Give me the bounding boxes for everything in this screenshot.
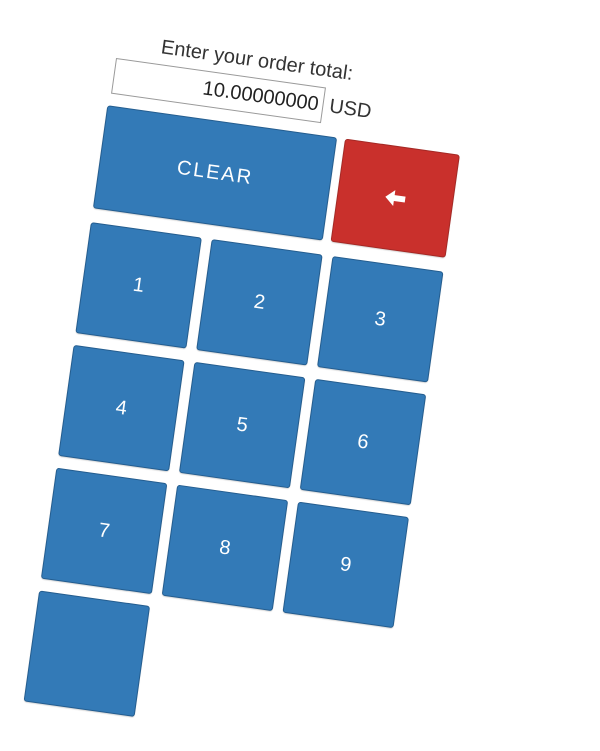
key-label: 8 — [217, 535, 233, 560]
key-partial[interactable] — [23, 590, 151, 717]
clear-button-label: CLEAR — [175, 156, 255, 189]
keypad-panel: Enter your order total: USD CLEAR 1 2 3 … — [0, 36, 460, 749]
key-3[interactable]: 3 — [316, 256, 444, 383]
key-8[interactable]: 8 — [161, 484, 289, 612]
key-9[interactable]: 9 — [282, 501, 409, 629]
currency-label: USD — [327, 95, 373, 123]
key-label: 3 — [373, 307, 388, 331]
key-label: 6 — [356, 429, 371, 454]
key-label: 2 — [252, 290, 267, 314]
key-7[interactable]: 7 — [40, 467, 168, 595]
key-1[interactable]: 1 — [75, 222, 202, 349]
backspace-button[interactable] — [330, 138, 460, 258]
key-label: 1 — [131, 273, 146, 297]
key-2[interactable]: 2 — [196, 239, 323, 366]
key-label: 9 — [338, 552, 353, 577]
key-label: 4 — [114, 395, 129, 420]
backspace-arrow-icon — [385, 190, 406, 206]
key-label: 7 — [97, 518, 112, 543]
key-4[interactable]: 4 — [58, 344, 185, 472]
key-label: 5 — [235, 412, 250, 437]
key-5[interactable]: 5 — [178, 361, 306, 489]
key-6[interactable]: 6 — [299, 378, 427, 506]
clear-button[interactable]: CLEAR — [92, 105, 338, 241]
